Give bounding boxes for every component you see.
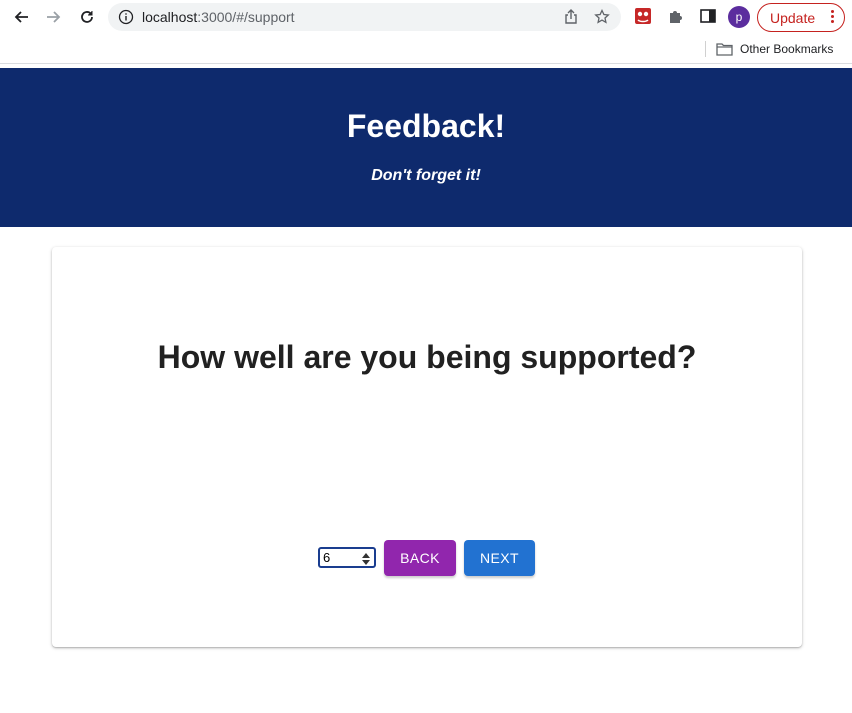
- chrome-divider: [0, 63, 852, 64]
- url-path: :3000/#/support: [197, 9, 295, 25]
- bookmarks-bar: Other Bookmarks: [0, 35, 852, 63]
- reload-icon[interactable]: [76, 6, 98, 28]
- next-button[interactable]: NEXT: [464, 540, 535, 576]
- share-icon[interactable]: [563, 9, 579, 25]
- page-subtitle: Don't forget it!: [371, 167, 481, 184]
- profile-avatar[interactable]: p: [728, 6, 750, 28]
- other-bookmarks-label[interactable]: Other Bookmarks: [740, 42, 833, 56]
- rating-number-input[interactable]: 6: [318, 547, 376, 568]
- question-card: How well are you being supported? 6 BACK…: [52, 247, 802, 647]
- browser-toolbar: localhost:3000/#/support p Update: [0, 0, 852, 35]
- more-menu-icon[interactable]: [831, 10, 834, 23]
- address-bar[interactable]: localhost:3000/#/support: [108, 3, 621, 31]
- page-title: Feedback!: [346, 108, 506, 144]
- side-panel-icon[interactable]: [699, 7, 717, 25]
- site-info-icon[interactable]: [118, 9, 134, 30]
- question-heading: How well are you being supported?: [157, 339, 697, 375]
- app-header: Feedback! Don't forget it!: [0, 68, 852, 227]
- back-button[interactable]: BACK: [384, 540, 456, 576]
- update-button[interactable]: Update: [757, 3, 845, 32]
- extension-icon[interactable]: [634, 7, 652, 25]
- url-text: localhost:3000/#/support: [142, 9, 295, 25]
- puzzle-extensions-icon[interactable]: [667, 7, 685, 25]
- folder-icon[interactable]: [716, 42, 733, 61]
- bookmarks-separator: [705, 41, 706, 57]
- url-host: localhost: [142, 9, 198, 25]
- rating-value: 6: [323, 550, 331, 565]
- update-label: Update: [770, 9, 816, 26]
- forward-arrow-icon[interactable]: [43, 6, 65, 28]
- bookmark-star-icon[interactable]: [594, 8, 610, 25]
- spinner-arrows-icon[interactable]: [362, 552, 370, 565]
- back-arrow-icon[interactable]: [10, 6, 32, 28]
